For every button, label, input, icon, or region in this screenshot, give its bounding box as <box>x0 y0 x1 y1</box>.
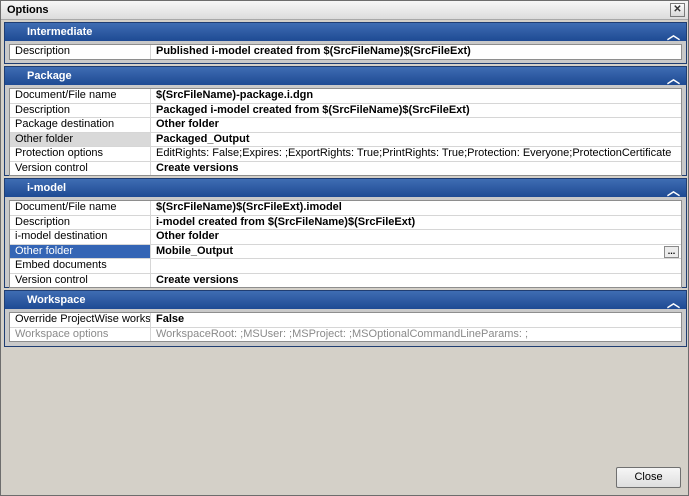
section-header-intermediate[interactable]: Intermediate ︿ <box>5 23 686 43</box>
property-name: Other folder <box>10 132 151 146</box>
property-name: Description <box>10 215 151 229</box>
property-row[interactable]: i-model destination Other folder <box>10 230 681 245</box>
chevron-up-icon[interactable]: ︿ <box>667 180 680 199</box>
window-title: Options <box>7 4 49 16</box>
title-bar: Options ✕ <box>1 1 688 20</box>
property-name: Description <box>10 103 151 117</box>
property-value[interactable]: Other folder <box>153 230 681 244</box>
section-intermediate: Intermediate ︿ Description Published i-m… <box>4 22 687 64</box>
property-value[interactable]: Published i-model created from $(SrcFile… <box>153 45 681 59</box>
property-row[interactable]: Description i-model created from $(SrcFi… <box>10 215 681 230</box>
property-row[interactable]: Embed documents <box>10 259 681 274</box>
property-row[interactable]: Document/File name $(SrcFileName)-packag… <box>10 89 681 104</box>
section-title: Package <box>27 70 72 82</box>
browse-button[interactable]: ... <box>664 245 679 258</box>
section-title: i-model <box>27 182 67 194</box>
property-row[interactable]: Description Published i-model created fr… <box>10 45 681 59</box>
property-name: Package destination <box>10 118 151 132</box>
property-value[interactable]: False <box>153 313 681 327</box>
close-icon[interactable]: ✕ <box>670 3 685 17</box>
options-window: Options ✕ Intermediate ︿ Description Pub… <box>0 0 689 496</box>
section-header-workspace[interactable]: Workspace ︿ <box>5 291 686 311</box>
property-row[interactable]: Description Packaged i-model created fro… <box>10 103 681 118</box>
property-name: Protection options <box>10 147 151 161</box>
property-value: WorkspaceRoot: ;MSUser: ;MSProject: ;MSO… <box>156 327 529 340</box>
property-value[interactable] <box>153 259 681 273</box>
section-workspace: Workspace ︿ Override ProjectWise workspa… <box>4 290 687 347</box>
property-value[interactable]: $(SrcFileName)-package.i.dgn <box>153 89 681 103</box>
property-name: Description <box>10 45 151 59</box>
property-row-selected[interactable]: Other folder Mobile_Output ... <box>10 244 681 259</box>
property-name: Version control <box>10 161 151 175</box>
property-name: Other folder <box>10 244 151 258</box>
property-row[interactable]: Other folder Packaged_Output <box>10 132 681 147</box>
section-imodel: i-model ︿ Document/File name $(SrcFileNa… <box>4 178 687 288</box>
chevron-up-icon[interactable]: ︿ <box>667 24 680 43</box>
property-value[interactable]: Create versions <box>153 162 681 176</box>
property-row[interactable]: Document/File name $(SrcFileName)$(SrcFi… <box>10 201 681 216</box>
property-grid-workspace: Override ProjectWise workspace False Wor… <box>9 312 682 342</box>
property-name: Override ProjectWise workspace <box>10 313 151 327</box>
property-name: Workspace options <box>10 327 151 341</box>
section-header-package[interactable]: Package ︿ <box>5 67 686 87</box>
property-name: Embed documents <box>10 259 151 273</box>
section-title: Intermediate <box>27 26 93 38</box>
property-name: Document/File name <box>10 89 151 103</box>
property-grid-imodel: Document/File name $(SrcFileName)$(SrcFi… <box>9 200 682 288</box>
property-value[interactable]: Mobile_Output <box>153 245 681 259</box>
property-value[interactable]: Packaged i-model created from $(SrcFileN… <box>153 104 681 118</box>
property-row-disabled: Workspace options WorkspaceRoot: ;MSUser… <box>10 327 681 341</box>
property-row[interactable]: Protection options EditRights: False;Exp… <box>10 147 681 162</box>
property-grid-package: Document/File name $(SrcFileName)-packag… <box>9 88 682 176</box>
property-row[interactable]: Override ProjectWise workspace False <box>10 313 681 328</box>
section-package: Package ︿ Document/File name $(SrcFileNa… <box>4 66 687 176</box>
chevron-up-icon[interactable]: ︿ <box>667 68 680 87</box>
property-name: i-model destination <box>10 230 151 244</box>
property-row[interactable]: Version control Create versions <box>10 161 681 176</box>
property-value[interactable]: EditRights: False;Expires: ;ExportRights… <box>153 147 681 161</box>
property-row[interactable]: Version control Create versions <box>10 273 681 288</box>
property-value[interactable]: $(SrcFileName)$(SrcFileExt).imodel <box>153 201 681 215</box>
property-grid-intermediate: Description Published i-model created fr… <box>9 44 682 60</box>
chevron-up-icon[interactable]: ︿ <box>667 292 680 311</box>
close-button[interactable]: Close <box>616 467 681 488</box>
property-value[interactable]: i-model created from $(SrcFileName)$(Src… <box>153 216 681 230</box>
property-value[interactable]: Packaged_Output <box>153 133 681 147</box>
section-header-imodel[interactable]: i-model ︿ <box>5 179 686 199</box>
property-name: Document/File name <box>10 201 151 215</box>
property-row[interactable]: Package destination Other folder <box>10 118 681 133</box>
property-name: Version control <box>10 273 151 287</box>
property-value[interactable]: Create versions <box>153 274 681 288</box>
property-value[interactable]: Other folder <box>153 118 681 132</box>
section-title: Workspace <box>27 294 86 306</box>
